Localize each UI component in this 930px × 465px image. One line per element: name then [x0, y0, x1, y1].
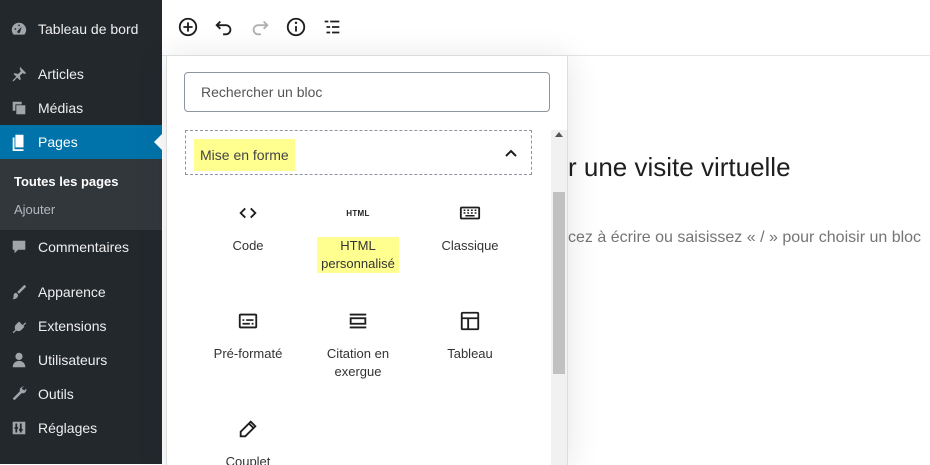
redo-icon — [252, 20, 269, 36]
sidebar-item-label: Réglages — [38, 420, 98, 436]
pullquote-icon — [346, 309, 370, 333]
sidebar-item-label: Articles — [38, 66, 84, 82]
post-title[interactable]: r une visite virtuelle — [568, 152, 791, 183]
add-block-icon — [178, 17, 198, 37]
pin-icon — [0, 65, 38, 83]
undo-button[interactable] — [211, 14, 237, 40]
sidebar-item-articles[interactable]: Articles — [0, 57, 162, 91]
sidebar-item-comments[interactable]: Commentaires — [0, 230, 162, 264]
panel-scrollbar[interactable] — [551, 130, 567, 465]
sidebar-item-label: Outils — [38, 386, 74, 402]
keyboard-icon — [458, 201, 482, 225]
admin-sidebar: Tableau de bord Articles Médias Pages To… — [0, 0, 162, 464]
settings-icon — [0, 419, 38, 437]
list-view-button[interactable] — [319, 14, 345, 40]
submenu-add[interactable]: Ajouter — [14, 202, 55, 217]
html-icon-text: HTML — [346, 208, 370, 218]
media-icon — [0, 99, 38, 117]
sidebar-item-tools[interactable]: Outils — [0, 377, 162, 411]
block-placeholder[interactable]: cez à écrire ou saisissez « / » pour cho… — [568, 229, 921, 247]
user-icon — [0, 351, 38, 369]
block-label: Pré-formaté — [213, 346, 283, 361]
category-panel-toggle[interactable]: Mise en forme — [185, 130, 532, 175]
html-icon: HTML — [346, 201, 370, 225]
chevron-up-icon — [505, 149, 517, 157]
sidebar-item-label: Extensions — [38, 318, 107, 334]
sidebar-item-pages[interactable]: Pages — [0, 125, 162, 159]
block-pullquote[interactable]: Citation en exergue — [303, 305, 413, 381]
block-inserter-panel: Mise en forme Code HTML HTML personnalis… — [166, 55, 568, 465]
sidebar-item-settings[interactable]: Réglages — [0, 411, 162, 445]
submenu-all-pages[interactable]: Toutes les pages — [14, 174, 119, 189]
editor-toolbar — [162, 0, 930, 56]
redo-button[interactable] — [247, 14, 273, 40]
block-label: Citation en — [326, 346, 390, 361]
block-label: Tableau — [447, 346, 493, 361]
block-preformatted[interactable]: Pré-formaté — [193, 305, 303, 363]
preformatted-icon — [236, 309, 260, 333]
wrench-icon — [0, 385, 38, 403]
list-view-icon — [324, 20, 340, 34]
undo-icon — [215, 20, 232, 36]
add-block-button[interactable] — [175, 14, 201, 40]
sidebar-item-label: Médias — [38, 100, 84, 116]
block-custom-html[interactable]: HTML HTML personnalisé — [303, 197, 413, 273]
block-label: Classique — [441, 238, 499, 253]
sidebar-item-users[interactable]: Utilisateurs — [0, 343, 162, 377]
block-label: exergue — [334, 364, 382, 379]
block-code[interactable]: Code — [193, 197, 303, 255]
table-icon — [458, 309, 482, 333]
sidebar-item-label: Apparence — [38, 284, 106, 300]
sidebar-item-label: Tableau de bord — [38, 21, 139, 37]
block-classic[interactable]: Classique — [415, 197, 525, 255]
info-icon — [286, 17, 306, 37]
scrollbar-thumb[interactable] — [553, 192, 565, 374]
block-label: personnalisé — [317, 255, 399, 273]
sidebar-item-label: Utilisateurs — [38, 352, 108, 368]
category-title: Mise en forme — [194, 139, 295, 171]
sidebar-item-label: Commentaires — [38, 239, 130, 255]
block-search-input[interactable] — [184, 72, 550, 112]
brush-icon — [0, 283, 38, 301]
info-button[interactable] — [283, 14, 309, 40]
pages-submenu: Toutes les pages Ajouter — [0, 159, 162, 230]
sidebar-item-plugins[interactable]: Extensions — [0, 309, 162, 343]
block-verse[interactable]: Couplet — [193, 413, 303, 465]
pages-icon — [0, 133, 38, 151]
plugin-icon — [0, 317, 38, 335]
sidebar-item-dashboard[interactable]: Tableau de bord — [0, 12, 162, 46]
sidebar-item-appearance[interactable]: Apparence — [0, 275, 162, 309]
sidebar-item-media[interactable]: Médias — [0, 91, 162, 125]
comment-icon — [0, 238, 38, 256]
block-label: HTML — [317, 237, 399, 255]
scroll-up-arrow-icon[interactable] — [555, 132, 563, 137]
pencil-icon — [236, 417, 260, 441]
dashboard-icon — [0, 20, 38, 38]
sidebar-item-label: Pages — [38, 134, 78, 150]
block-label: Couplet — [225, 454, 271, 465]
block-label: Code — [232, 238, 264, 253]
code-icon — [236, 201, 260, 225]
block-table[interactable]: Tableau — [415, 305, 525, 363]
